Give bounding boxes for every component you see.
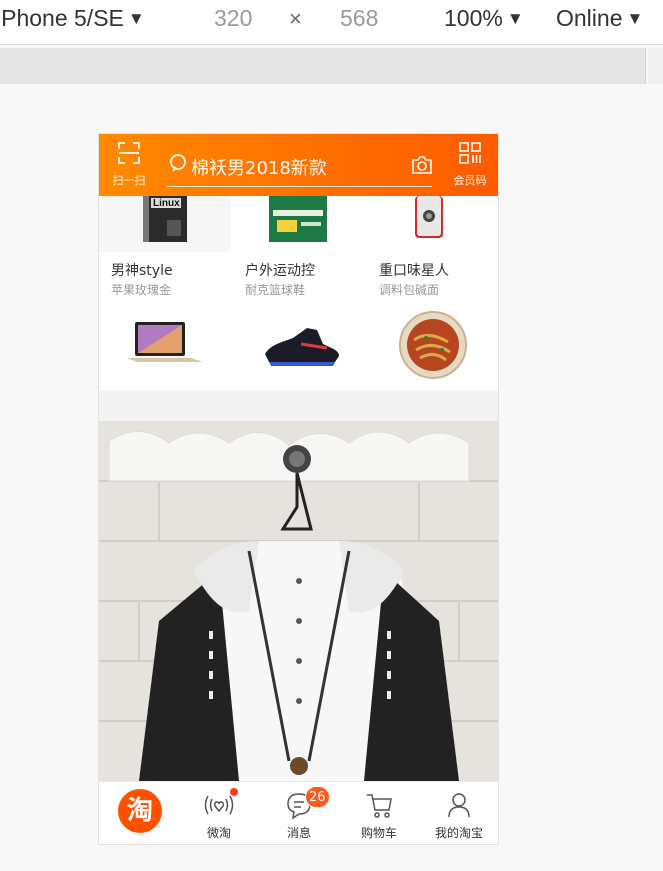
product-card-laptop[interactable]: 男神style 苹果玫瑰金 [99,252,231,391]
noodle-bowl-icon [399,311,467,379]
media-query-bar-end [648,48,663,84]
search-bar[interactable]: 棉袄男2018新款 [167,148,432,187]
qr-code-icon [459,142,481,164]
book-icon [269,196,327,242]
cart-icon [367,794,392,818]
tab-cart[interactable]: 购物车 [339,782,419,844]
product-card-phone[interactable] [367,196,498,252]
width-input[interactable]: 320 [214,5,252,32]
device-name: iPhone 5/SE [0,5,124,31]
dimension-separator: × [289,6,302,31]
product-subtitle: 苹果玫瑰金 [111,283,172,297]
device-dropdown-icon: ▼ [127,9,145,28]
tab-weitao[interactable]: 微淘 [179,782,259,844]
bottom-tab-bar: 淘 微淘 26 消息 购物车 我的淘宝 [99,781,498,844]
device-select[interactable]: iPhone 5/SE ▼ [0,5,145,32]
throttle-dropdown-icon: ▼ [626,9,644,28]
media-query-bar[interactable] [0,48,646,84]
user-icon [448,793,470,818]
product-title: 户外运动控 [245,263,315,279]
app-header: 扫一扫 棉袄男2018新款 会员码 [99,134,498,196]
scan-button[interactable]: 扫一扫 [109,140,149,188]
linux-book-text: Linux [153,198,180,209]
tab-label: 购物车 [360,826,397,840]
zoom-value: 100% [444,5,503,31]
scan-label: 扫一扫 [112,174,146,187]
product-card-sneaker[interactable]: 户外运动控 耐克篮球鞋 [233,252,365,391]
device-toolbar: iPhone 5/SE ▼ 320 × 568 100% ▼ Online ▼ [0,0,663,45]
product-card-book-green[interactable] [233,196,365,252]
search-input[interactable]: 棉袄男2018新款 [191,154,327,180]
laptop-icon [127,322,203,362]
product-subtitle: 调料包碱面 [379,283,440,297]
product-subtitle: 耐克篮球鞋 [245,283,306,297]
zoom-select[interactable]: 100% ▼ [444,5,524,32]
linux-book-icon: Linux [143,196,187,242]
product-title: 男神style [111,263,173,279]
zoom-dropdown-icon: ▼ [506,9,524,28]
scan-icon [118,142,140,164]
member-code-label: 会员码 [453,174,487,187]
red-phone-icon [415,196,443,238]
tab-my-taobao[interactable]: 我的淘宝 [419,782,498,844]
sneaker-icon [265,328,339,366]
tab-messages[interactable]: 26 消息 [259,782,339,844]
phone-viewport: 扫一扫 棉袄男2018新款 会员码 Linux 男神style 苹果玫瑰金 户外… [98,133,499,845]
search-icon [170,154,186,172]
product-card-noodles[interactable]: 重口味星人 调料包碱面 [367,252,498,391]
member-code-button[interactable]: 会员码 [450,140,490,188]
message-count-badge: 26 [305,786,330,808]
throttle-value: Online [556,5,623,31]
tab-home[interactable]: 淘 [99,782,179,844]
jacket-photo [99,421,498,781]
camera-icon[interactable] [410,153,434,177]
promo-banner[interactable] [99,421,498,781]
tab-label: 消息 [286,826,311,840]
weitao-dot-badge [230,788,238,796]
section-divider [99,391,498,421]
product-title: 重口味星人 [379,263,449,279]
tab-label: 微淘 [206,826,231,840]
throttle-select[interactable]: Online ▼ [556,5,643,32]
height-input[interactable]: 568 [340,5,378,32]
taobao-home-icon: 淘 [118,789,162,833]
tab-label: 我的淘宝 [434,826,483,840]
product-card-book-linux[interactable]: Linux [99,196,231,252]
